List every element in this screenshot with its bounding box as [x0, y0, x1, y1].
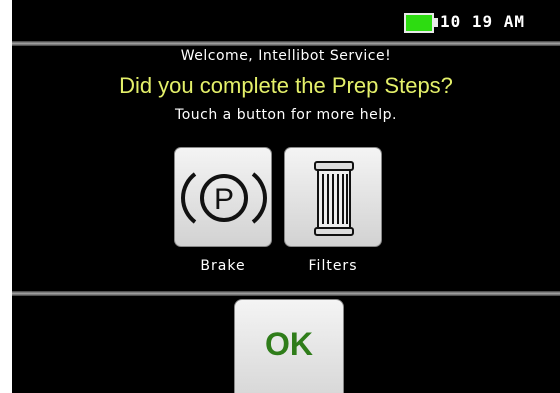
- parking-brake-icon: P: [181, 172, 267, 224]
- battery-full-icon: [404, 13, 434, 33]
- prep-steps-question: Did you complete the Prep Steps?: [119, 73, 453, 98]
- clock: 10 19 AM: [440, 12, 526, 31]
- status-bar: 10 19 AM: [12, 0, 560, 44]
- welcome-text: Welcome, Intellibot Service!: [180, 48, 392, 64]
- ok-button[interactable]: OK: [234, 299, 344, 393]
- filters-button[interactable]: [284, 147, 382, 247]
- brake-button[interactable]: P: [174, 147, 272, 247]
- filters-label: Filters: [308, 258, 358, 274]
- top-divider: [12, 41, 560, 46]
- device-screen: 10 19 AM Welcome, Intellibot Service! Di…: [12, 0, 560, 393]
- battery-tip: [434, 18, 438, 27]
- bottom-divider: [12, 291, 560, 296]
- brake-icon-letter: P: [214, 183, 234, 216]
- filter-cartridge-icon: [314, 161, 354, 236]
- ok-label: OK: [265, 326, 313, 362]
- help-hint: Touch a button for more help.: [175, 107, 397, 123]
- brake-label: Brake: [200, 258, 246, 274]
